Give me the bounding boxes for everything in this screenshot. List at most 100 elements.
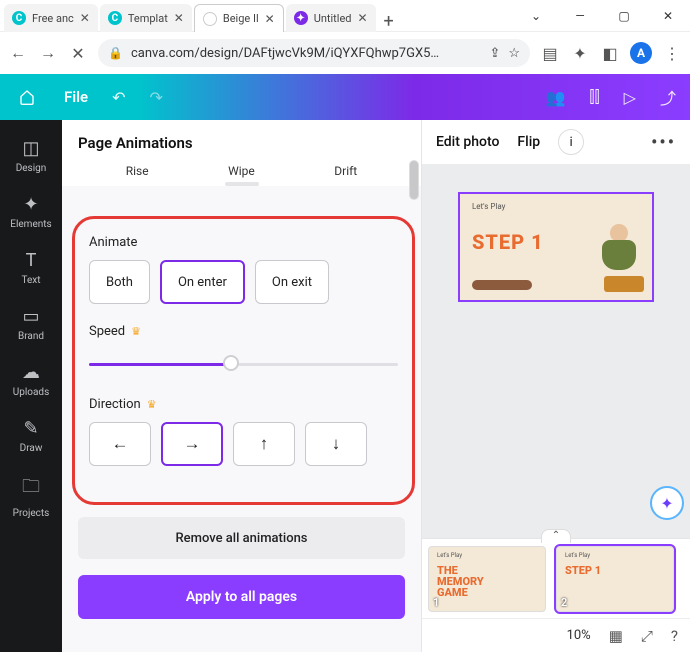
home-icon[interactable] (14, 84, 40, 110)
browser-tab-active[interactable]: Beige Il ✕ (194, 4, 284, 32)
zoom-bar: 10% ▦ ⤢ ? (422, 618, 690, 652)
star-icon[interactable]: ☆ (508, 46, 520, 61)
share-icon[interactable]: ⤴ (660, 85, 676, 109)
design-icon: ◫ (22, 138, 39, 159)
help-icon[interactable]: ? (671, 627, 678, 645)
minimize-button[interactable]: — (558, 0, 602, 32)
edit-photo-button[interactable]: Edit photo (436, 134, 499, 150)
thumb-number: 1 (433, 596, 439, 609)
rail-label: Elements (10, 219, 51, 230)
slide-subtitle: Let's Play (472, 202, 505, 211)
rail-design[interactable]: ◫ Design (0, 130, 62, 182)
maximize-button[interactable]: ▢ (602, 0, 646, 32)
main-area: ◫Design ✦Elements TText ▭Brand ☁Uploads … (0, 120, 690, 652)
favicon: C (12, 11, 26, 25)
canvas-toolbar: Edit photo Flip i ••• (422, 120, 690, 164)
thumb-number: 2 (561, 596, 567, 609)
animation-options-highlight: Animate Both On enter On exit Speed♛ Dir… (72, 216, 415, 505)
rail-elements[interactable]: ✦ Elements (0, 186, 62, 238)
direction-left-button[interactable]: ← (89, 422, 151, 466)
collaborators-icon[interactable]: 👥 (546, 88, 566, 107)
direction-options: ← → ↑ ↓ (89, 422, 398, 466)
analytics-icon[interactable]: ⫿⫿ (589, 87, 599, 107)
page-thumbnail[interactable]: Let's Play THE MEMORY GAME 1 (428, 546, 546, 612)
speed-slider[interactable] (89, 353, 398, 373)
canva-header: File ↶ ↷ 👥 ⫿⫿ ▷ ⤴ (0, 74, 690, 120)
animate-on-exit-button[interactable]: On exit (255, 260, 329, 304)
thumb-subtitle: Let's Play (565, 552, 590, 559)
share-icon[interactable]: ⇪ (489, 46, 500, 61)
fullscreen-icon[interactable]: ⤢ (641, 627, 653, 645)
url-bar[interactable]: 🔒 canva.com/design/DAFtjwcVk9M/iQYXFQhwp… (98, 39, 530, 67)
browser-tab[interactable]: ✦ Untitled ✕ (286, 4, 376, 32)
more-icon[interactable]: ••• (651, 132, 676, 153)
anim-tab-drift[interactable]: Drift (334, 164, 357, 178)
direction-right-button[interactable]: → (161, 422, 223, 466)
thumb-title: STEP 1 (565, 565, 601, 576)
close-icon[interactable]: ✕ (358, 11, 368, 25)
close-icon[interactable]: ✕ (80, 11, 90, 25)
stop-button[interactable]: ✕ (68, 44, 88, 63)
panel-icon[interactable]: ◧ (600, 44, 620, 63)
rail-uploads[interactable]: ☁Uploads (0, 354, 62, 406)
browser-tab[interactable]: C Free anc ✕ (4, 4, 98, 32)
rail-text[interactable]: TText (0, 242, 62, 294)
browser-tab[interactable]: C Templat ✕ (100, 4, 192, 32)
page-thumbnail-selected[interactable]: Let's Play STEP 1 2 (556, 546, 674, 612)
slide-decoration (472, 280, 532, 290)
panel-title: Page Animations (62, 120, 421, 160)
anim-tab-rise[interactable]: Rise (126, 164, 149, 178)
file-menu[interactable]: File (64, 88, 88, 106)
extensions-icon[interactable]: ✦ (570, 44, 590, 63)
animate-on-enter-button[interactable]: On enter (160, 260, 245, 304)
rail-draw[interactable]: ✎Draw (0, 410, 62, 462)
chevron-up-icon[interactable]: ⌃ (541, 529, 571, 543)
remove-all-animations-button[interactable]: Remove all animations (78, 517, 405, 559)
direction-down-button[interactable]: ↓ (305, 422, 367, 466)
apply-to-all-pages-button[interactable]: Apply to all pages (78, 575, 405, 619)
canvas-area: Edit photo Flip i ••• Let's Play STEP 1 … (422, 120, 690, 652)
forward-button[interactable]: → (38, 43, 58, 63)
present-icon[interactable]: ▷ (624, 88, 636, 107)
direction-label: Direction♛ (89, 397, 398, 412)
text-icon: T (26, 250, 37, 271)
window-titlebar: C Free anc ✕ C Templat ✕ Beige Il ✕ ✦ Un… (0, 0, 690, 32)
new-tab-button[interactable]: + (378, 11, 400, 32)
info-icon[interactable]: i (558, 129, 584, 155)
browser-tabs: C Free anc ✕ C Templat ✕ Beige Il ✕ ✦ Un… (0, 0, 514, 32)
elements-icon: ✦ (23, 194, 38, 215)
direction-up-button[interactable]: ↑ (233, 422, 295, 466)
canvas-stage[interactable]: Let's Play STEP 1 ✦ (422, 164, 690, 538)
redo-button[interactable]: ↷ (150, 88, 163, 107)
rail-label: Draw (20, 443, 43, 454)
rail-projects[interactable]: 🗀Projects (0, 466, 62, 527)
uploads-icon: ☁ (22, 362, 40, 383)
close-window-button[interactable]: ✕ (646, 0, 690, 32)
close-icon[interactable]: ✕ (265, 12, 275, 26)
panel-scrollbar[interactable] (409, 160, 419, 652)
flip-button[interactable]: Flip (517, 134, 540, 150)
reader-icon[interactable]: ▤ (540, 44, 560, 63)
tab-title: Templat (128, 12, 168, 25)
profile-avatar[interactable]: A (630, 42, 652, 64)
back-button[interactable]: ← (8, 43, 28, 63)
menu-icon[interactable]: ⋮ (662, 44, 682, 63)
grid-view-icon[interactable]: ▦ (609, 627, 623, 645)
brand-icon: ▭ (22, 306, 39, 327)
chevron-down-icon[interactable]: ⌄ (514, 0, 558, 32)
url-text: canva.com/design/DAFtjwcVk9M/iQYXFQhwp7G… (131, 46, 481, 61)
thumb-title: THE MEMORY GAME (437, 565, 484, 598)
slide-selected[interactable]: Let's Play STEP 1 (458, 192, 654, 302)
favicon: ✦ (294, 11, 308, 25)
undo-button[interactable]: ↶ (112, 88, 125, 107)
magic-fab[interactable]: ✦ (650, 486, 684, 520)
animate-label: Animate (89, 235, 398, 250)
animate-options: Both On enter On exit (89, 260, 398, 304)
animate-both-button[interactable]: Both (89, 260, 150, 304)
anim-tab-wipe[interactable]: Wipe (228, 164, 255, 178)
close-icon[interactable]: ✕ (174, 11, 184, 25)
rail-label: Design (16, 163, 47, 174)
zoom-value[interactable]: 10% (567, 628, 591, 643)
rail-brand[interactable]: ▭Brand (0, 298, 62, 350)
left-rail: ◫Design ✦Elements TText ▭Brand ☁Uploads … (0, 120, 62, 652)
